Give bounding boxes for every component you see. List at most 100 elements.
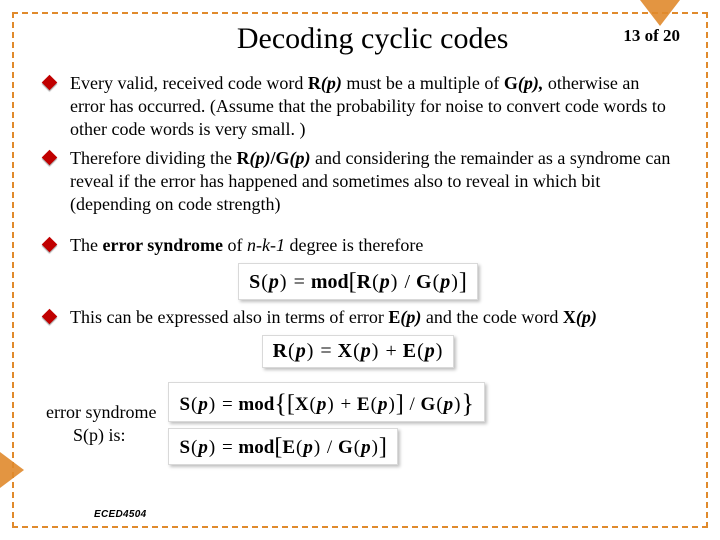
text: degree is therefore bbox=[285, 235, 423, 255]
p: p bbox=[444, 394, 454, 415]
p: p bbox=[380, 271, 390, 293]
rp: ) bbox=[279, 271, 288, 293]
p: p bbox=[378, 394, 388, 415]
lp: ( bbox=[260, 271, 269, 293]
equation-1: S(p) = mod[R(p) / G(p)] bbox=[32, 263, 684, 300]
slash: / bbox=[398, 271, 416, 293]
lbracket-icon: [ bbox=[287, 391, 295, 417]
lbracket-icon: [ bbox=[349, 269, 357, 295]
sym-G: G bbox=[504, 73, 518, 93]
text: and considering the remainder as a syndr… bbox=[310, 148, 645, 168]
slide-content: Decoding cyclic codes 13 of 20 Every val… bbox=[22, 18, 698, 522]
G: G bbox=[416, 271, 432, 293]
p: p bbox=[361, 437, 371, 458]
bullet-1: Every valid, received code word R(p) mus… bbox=[42, 72, 678, 141]
mod: mod bbox=[311, 271, 349, 293]
page-indicator: 13 of 20 bbox=[623, 22, 684, 46]
p: p bbox=[269, 271, 279, 293]
term: error syndrome bbox=[102, 235, 222, 255]
sym-R: R bbox=[236, 148, 249, 168]
text: Every valid, received code word bbox=[70, 73, 308, 93]
header-row: Decoding cyclic codes 13 of 20 bbox=[32, 22, 684, 56]
p: p bbox=[303, 437, 313, 458]
p: p bbox=[198, 437, 208, 458]
E: E bbox=[282, 437, 295, 458]
bullet-2: Therefore dividing the R(p)/G(p) and con… bbox=[42, 147, 678, 216]
rbrace-icon: } bbox=[461, 389, 473, 418]
lp: ( bbox=[371, 271, 380, 293]
text: must be a multiple of bbox=[342, 73, 504, 93]
sym-E: E bbox=[388, 307, 400, 327]
G: G bbox=[421, 394, 436, 415]
rbracket-icon: ] bbox=[396, 391, 404, 417]
p: p bbox=[198, 394, 208, 415]
R: R bbox=[357, 271, 371, 293]
rbracket-icon: ] bbox=[379, 434, 387, 460]
text: The bbox=[70, 235, 102, 255]
X: X bbox=[295, 394, 309, 415]
sym-p: (p) bbox=[576, 307, 597, 327]
equation-box: R(p) = X(p) + E(p) bbox=[262, 335, 455, 368]
sym-X: X bbox=[563, 307, 576, 327]
course-code: ECED4504 bbox=[94, 509, 146, 520]
sym-G: G bbox=[275, 148, 289, 168]
sym-p: (p) bbox=[400, 307, 421, 327]
X: X bbox=[338, 340, 352, 362]
bullet-icon bbox=[42, 75, 58, 91]
sym-R: R bbox=[308, 73, 321, 93]
text: of bbox=[223, 235, 247, 255]
equation-3b: S(p) = mod[E(p) / G(p)] bbox=[168, 428, 397, 465]
bullet-icon bbox=[42, 309, 58, 325]
slash: / bbox=[321, 437, 338, 458]
degree: n-k-1 bbox=[247, 235, 285, 255]
p: p bbox=[296, 340, 306, 362]
sym-p: (p) bbox=[289, 148, 310, 168]
bullet-4: This can be expressed also in terms of e… bbox=[42, 306, 678, 329]
equation-box: S(p) = mod[R(p) / G(p)] bbox=[238, 263, 478, 300]
mod: mod bbox=[238, 394, 274, 415]
bullet-list-2: This can be expressed also in terms of e… bbox=[32, 306, 684, 329]
S: S bbox=[249, 271, 260, 293]
plus: + bbox=[379, 340, 402, 362]
p: p bbox=[317, 394, 327, 415]
bullet-3: The error syndrome of n-k-1 degree is th… bbox=[42, 234, 678, 257]
rp: ) bbox=[450, 271, 459, 293]
S: S bbox=[179, 437, 190, 458]
slide-title: Decoding cyclic codes bbox=[32, 22, 623, 56]
p: p bbox=[425, 340, 435, 362]
sym-p: (p) bbox=[321, 73, 342, 93]
equation-stack: S(p) = mod{[X(p) + E(p)] / G(p)} S(p) = … bbox=[168, 382, 485, 465]
eq: = bbox=[216, 394, 238, 415]
sym-p: (p) bbox=[249, 148, 270, 168]
lbracket-icon: [ bbox=[274, 434, 282, 460]
eq: = bbox=[216, 437, 238, 458]
slash: / bbox=[404, 394, 421, 415]
mod: mod bbox=[238, 437, 274, 458]
lbrace-icon: { bbox=[274, 389, 286, 418]
equation-2: R(p) = X(p) + E(p) bbox=[32, 335, 684, 368]
bullet-list: Every valid, received code word R(p) mus… bbox=[32, 72, 684, 257]
rbracket-icon: ] bbox=[459, 269, 467, 295]
p: p bbox=[361, 340, 371, 362]
bullet-icon bbox=[42, 150, 58, 166]
bullet-icon bbox=[42, 237, 58, 253]
text-emph: in terms of error bbox=[266, 307, 388, 327]
syndrome-row: error syndrome S(p) is: S(p) = mod{[X(p)… bbox=[32, 382, 684, 465]
text: This can be expressed also bbox=[70, 307, 266, 327]
eq: = bbox=[314, 340, 337, 362]
p: p bbox=[440, 271, 450, 293]
E: E bbox=[403, 340, 416, 362]
left-decoration bbox=[0, 452, 24, 488]
syndrome-label: error syndrome S(p) is: bbox=[32, 401, 168, 446]
E: E bbox=[357, 394, 370, 415]
G: G bbox=[338, 437, 353, 458]
text: Therefore dividing the bbox=[70, 148, 236, 168]
equation-3a: S(p) = mod{[X(p) + E(p)] / G(p)} bbox=[168, 382, 485, 422]
text: and the code word bbox=[421, 307, 562, 327]
S: S bbox=[179, 394, 190, 415]
plus: + bbox=[335, 394, 357, 415]
eq: = bbox=[288, 271, 311, 293]
R: R bbox=[273, 340, 287, 362]
sym-p: (p), bbox=[518, 73, 544, 93]
lp: ( bbox=[432, 271, 441, 293]
